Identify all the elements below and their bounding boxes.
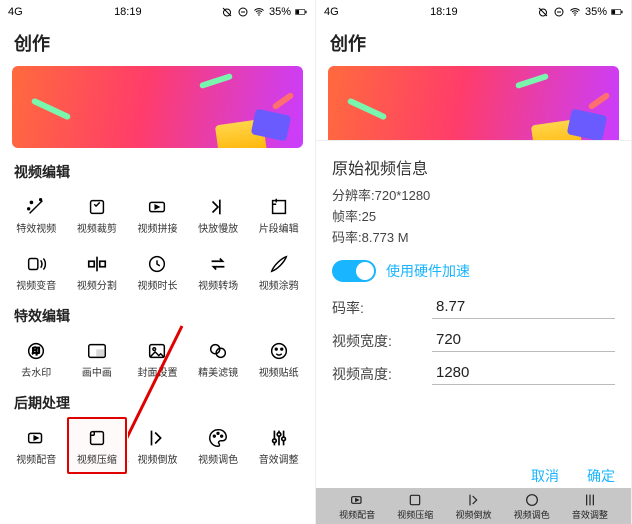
- voice-icon: [23, 251, 49, 277]
- clock-icon: [144, 251, 170, 277]
- tool-audio-adjust[interactable]: 音效调整: [248, 419, 309, 472]
- tool-pip[interactable]: 画中画: [67, 332, 128, 385]
- bitrate-input[interactable]: 8.77: [432, 296, 615, 319]
- grid-post: 视频配音 视频压缩 视频倒放 视频调色 音效调整: [0, 419, 315, 476]
- tool-video-join[interactable]: 视频拼接: [127, 188, 188, 241]
- tool-cover[interactable]: 封面设置: [127, 332, 188, 385]
- tool-filter[interactable]: 精美滤镜: [188, 332, 249, 385]
- tool-video-compress[interactable]: 视频压缩: [386, 492, 444, 521]
- tool-voice-change[interactable]: 视频变音: [6, 245, 67, 298]
- pip-icon: [84, 338, 110, 364]
- reverse-icon: [144, 425, 170, 451]
- clock-text: 18:19: [114, 6, 142, 18]
- dialog-title: 原始视频信息: [332, 155, 615, 179]
- clip-edit-icon: [266, 194, 292, 220]
- tool-video-reverse[interactable]: 视频倒放: [127, 419, 188, 472]
- crop-icon: [84, 194, 110, 220]
- section-post-title: 后期处理: [0, 389, 315, 419]
- tool-clip-edit[interactable]: 片段编辑: [248, 188, 309, 241]
- compress-dialog: 原始视频信息 分辨率:720*1280 帧率:25 码率:8.773 M 使用硬…: [316, 140, 631, 496]
- alarm-off-icon: [221, 6, 233, 18]
- height-input[interactable]: 1280: [432, 362, 615, 385]
- wifi-icon: [569, 6, 581, 18]
- speed-icon: [205, 194, 231, 220]
- tool-video-reverse[interactable]: 视频倒放: [444, 492, 502, 521]
- grid-video-edit-1: 特效视频 视频裁剪 视频拼接 快放慢放 片段编辑: [0, 188, 315, 245]
- split-icon: [84, 251, 110, 277]
- dub-icon: [23, 425, 49, 451]
- clock-text: 18:19: [430, 6, 458, 18]
- net-text: 4G: [8, 6, 23, 18]
- info-resolution: 分辨率:720*1280: [332, 185, 615, 204]
- tool-remove-watermark[interactable]: 印 去水印: [6, 332, 67, 385]
- section-video-edit-title: 视频编辑: [0, 158, 315, 188]
- battery-text: 35%: [585, 6, 607, 18]
- wifi-icon: [253, 6, 265, 18]
- sticker-icon: [266, 338, 292, 364]
- net-text: 4G: [324, 6, 339, 18]
- phone-right: 4G 18:19 35% 创作 原始视频信息 分辨率:720*1280 帧率:2…: [316, 0, 632, 524]
- tool-video-transition[interactable]: 视频转场: [188, 245, 249, 298]
- tool-video-dub[interactable]: 视频配音: [328, 492, 386, 521]
- sliders-icon: [582, 492, 598, 508]
- dialog-actions: 取消 确定: [531, 466, 615, 486]
- filter-icon: [205, 338, 231, 364]
- alarm-off-icon: [537, 6, 549, 18]
- page-title: 创作: [316, 24, 631, 64]
- tool-video-split[interactable]: 视频分割: [67, 245, 128, 298]
- tool-video-color[interactable]: 视频调色: [188, 419, 249, 472]
- battery-icon: [611, 6, 623, 18]
- promo-banner[interactable]: [12, 66, 303, 148]
- section-effects-title: 特效编辑: [0, 302, 315, 332]
- stamp-icon: 印: [23, 338, 49, 364]
- tool-sticker[interactable]: 视频贴纸: [248, 332, 309, 385]
- transition-icon: [205, 251, 231, 277]
- width-input[interactable]: 720: [432, 329, 615, 352]
- status-bar: 4G 18:19 35%: [0, 0, 315, 24]
- palette-icon: [524, 492, 540, 508]
- compress-icon: [84, 425, 110, 451]
- tool-video-crop[interactable]: 视频裁剪: [67, 188, 128, 241]
- compress-icon: [407, 492, 423, 508]
- svg-text:印: 印: [32, 346, 40, 356]
- join-icon: [144, 194, 170, 220]
- page-title: 创作: [0, 24, 315, 64]
- tool-special-effects-video[interactable]: 特效视频: [6, 188, 67, 241]
- brush-icon: [266, 251, 292, 277]
- info-bitrate: 码率:8.773 M: [332, 227, 615, 246]
- field-bitrate: 码率: 8.77: [332, 296, 615, 319]
- tool-video-compress[interactable]: 视频压缩: [67, 417, 128, 474]
- info-fps: 帧率:25: [332, 206, 615, 225]
- confirm-button[interactable]: 确定: [587, 466, 615, 486]
- promo-banner[interactable]: [328, 66, 619, 148]
- hw-accel-row: 使用硬件加速: [332, 260, 615, 282]
- palette-icon: [205, 425, 231, 451]
- dub-icon: [349, 492, 365, 508]
- sliders-icon: [266, 425, 292, 451]
- cancel-button[interactable]: 取消: [531, 466, 559, 486]
- reverse-icon: [466, 492, 482, 508]
- dnd-icon: [237, 6, 249, 18]
- tool-video-duration[interactable]: 视频时长: [127, 245, 188, 298]
- hw-accel-label: 使用硬件加速: [386, 261, 470, 281]
- magic-wand-icon: [23, 194, 49, 220]
- grid-effects: 印 去水印 画中画 封面设置 精美滤镜 视频贴纸: [0, 332, 315, 389]
- hw-accel-switch[interactable]: [332, 260, 376, 282]
- tool-video-doodle[interactable]: 视频涂鸦: [248, 245, 309, 298]
- dnd-icon: [553, 6, 565, 18]
- image-icon: [144, 338, 170, 364]
- tool-speed[interactable]: 快放慢放: [188, 188, 249, 241]
- tool-video-dub[interactable]: 视频配音: [6, 419, 67, 472]
- phone-left: 4G 18:19 35% 创作 视频编辑 特效视频 视频裁剪: [0, 0, 316, 524]
- status-bar: 4G 18:19 35%: [316, 0, 631, 24]
- battery-icon: [295, 6, 307, 18]
- tool-audio-adjust[interactable]: 音效调整: [561, 492, 619, 521]
- tool-video-color[interactable]: 视频调色: [503, 492, 561, 521]
- battery-text: 35%: [269, 6, 291, 18]
- field-width: 视频宽度: 720: [332, 329, 615, 352]
- grid-video-edit-2: 视频变音 视频分割 视频时长 视频转场 视频涂鸦: [0, 245, 315, 302]
- dim-bottom-row: 视频配音 视频压缩 视频倒放 视频调色 音效调整: [316, 488, 631, 524]
- field-height: 视频高度: 1280: [332, 362, 615, 385]
